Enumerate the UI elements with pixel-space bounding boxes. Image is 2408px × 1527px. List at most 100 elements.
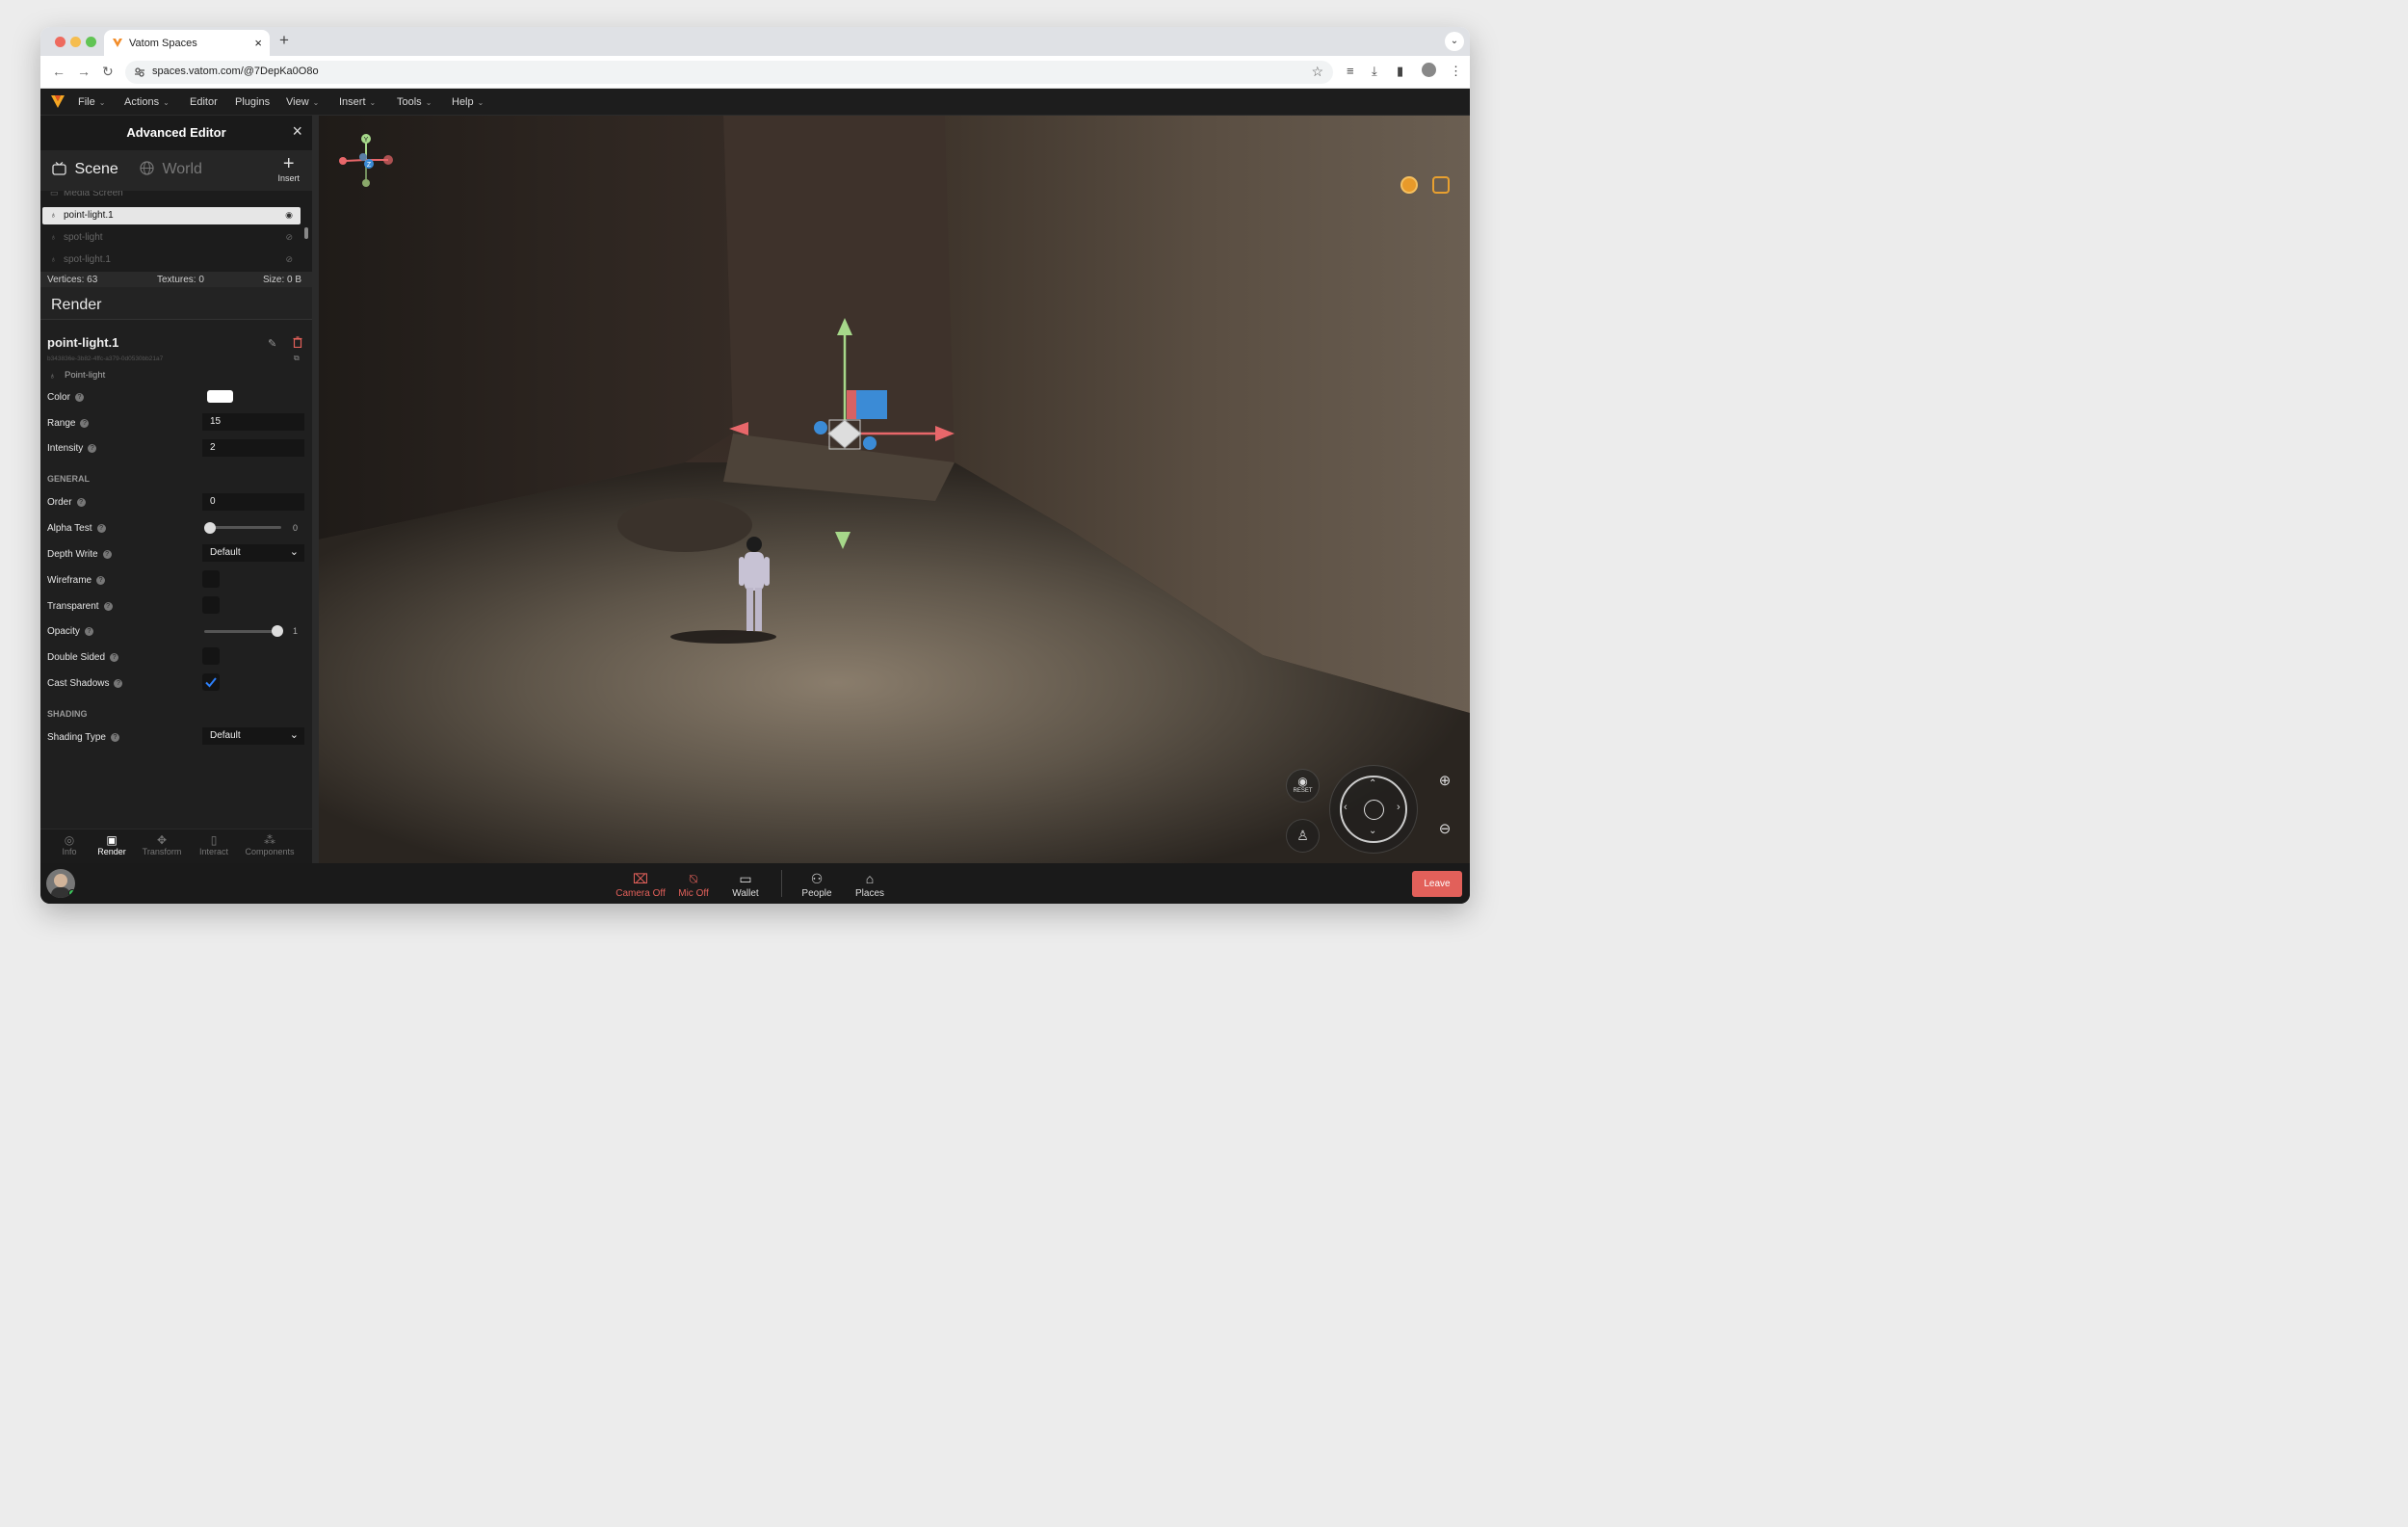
mic-off-button[interactable]: ⍉ Mic Off	[665, 871, 722, 899]
bottom-toolbar: ⌧ Camera Off ⍉ Mic Off ▭ Wallet ⚇ People ⌂ Pl…	[40, 863, 1470, 904]
opacity-slider[interactable]	[204, 630, 281, 633]
tab-interact[interactable]: ▯ Interact	[187, 833, 241, 856]
browser-tab[interactable]: Vatom Spaces ×	[104, 30, 270, 56]
menu-file[interactable]: File ⌄	[78, 96, 105, 108]
tab-transform[interactable]: ✥ Transform	[135, 833, 189, 856]
eye-off-icon[interactable]: ⊘	[285, 232, 293, 243]
coin-icon[interactable]	[1400, 176, 1418, 194]
shading-type-label: Shading Type?	[47, 732, 119, 743]
render-icon: ▣	[106, 833, 118, 847]
media-icon[interactable]: ≡	[1347, 64, 1354, 78]
alpha-test-value: 0	[293, 523, 299, 533]
tab-search-button[interactable]: ⌄	[1445, 32, 1464, 51]
new-tab-button[interactable]: +	[279, 31, 289, 50]
tree-item-selected[interactable]: ♁ point-light.1 ◉	[42, 207, 301, 224]
back-icon[interactable]: ←	[52, 64, 65, 79]
insert-button[interactable]: + Insert	[277, 154, 300, 183]
maximize-window-button[interactable]	[86, 37, 96, 47]
zoom-out-icon[interactable]: ⊖	[1427, 813, 1462, 848]
depth-write-select[interactable]: Default ⌄	[202, 544, 304, 562]
trash-icon[interactable]	[293, 336, 302, 348]
eye-off-icon[interactable]: ⊘	[285, 254, 293, 265]
transparent-checkbox[interactable]	[202, 596, 220, 614]
menu-tools[interactable]: Tools ⌄	[397, 96, 432, 108]
panel-resize-handle[interactable]	[312, 116, 319, 863]
entity-uuid: b343836e-3b82-4ffc-a379-0d0530bb21a7	[47, 355, 164, 362]
zoom-in-icon[interactable]: ⊕	[1427, 765, 1462, 800]
tab-components[interactable]: ⁂ Components	[243, 833, 297, 856]
tree-item[interactable]: ♁ spot-light ⊘	[42, 229, 301, 247]
menu-help[interactable]: Help ⌄	[452, 96, 484, 108]
menu-plugins[interactable]: Plugins	[235, 96, 270, 108]
alpha-test-slider-handle[interactable]	[204, 522, 216, 534]
tree-scrollbar[interactable]	[304, 227, 308, 239]
close-window-button[interactable]	[55, 37, 65, 47]
wallet-button[interactable]: ▭ Wallet	[717, 871, 774, 899]
help-icon: ?	[110, 732, 119, 742]
people-button[interactable]: ⚇ People	[788, 871, 846, 899]
more-icon[interactable]: ⋮	[1450, 64, 1462, 79]
help-icon: ?	[80, 418, 90, 428]
menu-insert[interactable]: Insert ⌄	[339, 96, 376, 108]
tab-title: Vatom Spaces	[129, 38, 197, 49]
intensity-label: Intensity?	[47, 443, 97, 454]
emote-icon[interactable]: ♙	[1286, 819, 1320, 853]
menu-view[interactable]: View ⌄	[286, 96, 319, 108]
opacity-value: 1	[293, 626, 299, 636]
vatom-logo-icon[interactable]	[50, 93, 65, 109]
alpha-test-slider[interactable]	[204, 526, 281, 529]
help-icon: ?	[114, 678, 123, 688]
opacity-slider-handle[interactable]	[272, 625, 283, 637]
order-input[interactable]: 0	[202, 493, 304, 511]
avatar[interactable]	[46, 869, 75, 898]
cast-shadows-label: Cast Shadows?	[47, 678, 123, 689]
minimize-window-button[interactable]	[70, 37, 81, 47]
mic-off-icon: ⍉	[689, 871, 698, 886]
leave-button[interactable]: Leave	[1412, 871, 1462, 897]
menu-actions[interactable]: Actions ⌄	[124, 96, 170, 108]
forward-icon[interactable]: →	[77, 64, 91, 79]
browser-window: Vatom Spaces × + ⌄ ← → ↻ spaces.vatom.co…	[40, 27, 1470, 904]
range-input[interactable]: 15	[202, 413, 304, 431]
reload-icon[interactable]: ↻	[102, 64, 114, 80]
close-icon[interactable]: ×	[292, 121, 302, 142]
joystick-icon[interactable]: ⌃ ⌄ ‹ ›	[1329, 765, 1418, 854]
double-sided-checkbox[interactable]	[202, 647, 220, 665]
menu-editor[interactable]: Editor	[190, 96, 218, 108]
tab-render[interactable]: ▣ Render	[85, 833, 139, 856]
close-tab-icon[interactable]: ×	[254, 36, 262, 50]
shading-type-select[interactable]: Default ⌄	[202, 727, 304, 745]
alpha-test-label: Alpha Test?	[47, 523, 106, 534]
eye-icon[interactable]: ◉	[285, 210, 293, 221]
order-label: Order?	[47, 497, 86, 508]
profile-icon[interactable]	[1422, 63, 1436, 77]
color-swatch[interactable]	[207, 390, 233, 403]
scene-icon	[52, 162, 66, 175]
fullscreen-icon[interactable]	[1432, 176, 1450, 194]
chevron-down-icon: ⌄	[289, 729, 299, 741]
tab-scene[interactable]: Scene	[52, 161, 118, 178]
sidebar-icon[interactable]: ▮	[1397, 64, 1403, 79]
help-icon: ?	[96, 523, 106, 533]
intensity-input[interactable]: 2	[202, 439, 304, 457]
places-button[interactable]: ⌂ Places	[841, 871, 899, 899]
tree-item[interactable]: ▭ Media Screen	[42, 191, 301, 202]
3d-viewport[interactable]: Y Z ◉ RESET ♙ ⌃ ⌄ ‹ › ⊕ ⊖	[319, 116, 1470, 863]
camera-off-button[interactable]: ⌧ Camera Off	[612, 871, 669, 899]
copy-icon[interactable]: ⧉	[294, 354, 300, 363]
cast-shadows-checkbox[interactable]	[202, 673, 220, 691]
menu-bar: File ⌄ Actions ⌄ Editor Plugins View ⌄ Inse…	[40, 89, 1470, 116]
tree-item[interactable]: ♁ spot-light.1 ⊘	[42, 251, 301, 269]
download-icon[interactable]: ⤓	[1372, 64, 1377, 79]
pencil-icon[interactable]: ✎	[268, 337, 276, 350]
reset-view-button[interactable]: ◉ RESET	[1286, 769, 1320, 803]
lightbulb-icon: ♁	[50, 210, 57, 220]
wireframe-checkbox[interactable]	[202, 570, 220, 588]
site-settings-icon[interactable]	[134, 66, 145, 78]
star-icon[interactable]: ☆	[1311, 64, 1323, 80]
wireframe-label: Wireframe?	[47, 575, 106, 586]
url-bar[interactable]: spaces.vatom.com/@7DepKa0O8o ☆	[125, 61, 1333, 84]
tab-world[interactable]: World	[140, 161, 202, 178]
check-icon	[205, 677, 217, 688]
render-section-header: Render	[40, 287, 312, 320]
